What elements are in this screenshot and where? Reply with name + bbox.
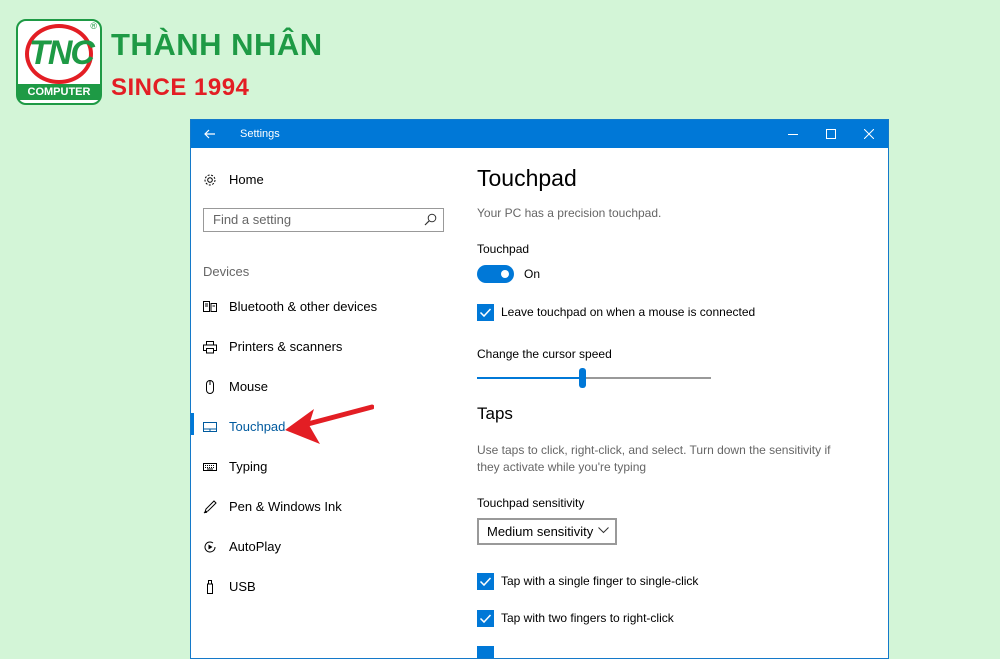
keyboard-icon [203,463,217,471]
search-icon[interactable] [424,213,437,226]
slider-thumb[interactable] [579,368,587,388]
search-box[interactable]: Find a setting [203,208,444,232]
sidebar-item-label: Pen & Windows Ink [229,499,342,514]
sidebar-item-label: Bluetooth & other devices [229,299,378,314]
touchpad-toggle[interactable] [477,265,514,283]
sidebar-item-label: USB [229,579,256,594]
back-button[interactable] [191,120,229,148]
chevron-down-icon [598,527,609,534]
maximize-button[interactable] [812,120,850,148]
sidebar-item-label: AutoPlay [229,539,282,554]
two-finger-label: Tap with two fingers to right-click [501,611,674,625]
single-tap-label: Tap with a single finger to single-click [501,574,699,588]
cursor-speed-slider[interactable] [477,368,711,388]
sensitivity-dropdown[interactable]: Medium sensitivity [477,518,617,545]
slider-fill [477,377,583,379]
mouse-icon [206,380,214,394]
leave-on-label: Leave touchpad on when a mouse is connec… [501,305,756,319]
minimize-button[interactable] [774,120,812,148]
maximize-icon [826,129,836,139]
close-icon [863,128,875,140]
single-tap-checkbox[interactable] [477,573,494,590]
title-bar: Settings [191,120,888,148]
touchpad-icon [203,422,217,432]
autoplay-icon [204,541,216,553]
sensitivity-value: Medium sensitivity [487,524,594,539]
touchpad-label: Touchpad [477,242,530,256]
taps-heading: Taps [477,404,513,423]
section-label-devices: Devices [203,264,250,279]
toggle-knob [501,270,509,278]
two-finger-checkbox[interactable] [477,610,494,627]
selection-indicator [191,413,194,435]
registered-mark: ® [90,21,97,31]
search-input[interactable]: Find a setting [213,209,291,231]
pen-icon [203,500,217,514]
close-button[interactable] [850,120,888,148]
next-option-checkbox[interactable] [477,646,494,658]
leave-on-checkbox[interactable] [477,304,494,321]
printer-icon [203,341,217,354]
taps-description-line1: Use taps to click, right-click, and sele… [477,443,831,457]
arrow-left-icon [204,129,215,139]
page-subtitle: Your PC has a precision touchpad. [477,206,662,220]
sidebar-item-label: Touchpad [229,419,286,434]
sidebar-item-label: Mouse [229,379,269,394]
minimize-icon [788,134,798,135]
window-title: Settings [240,128,280,140]
page-title: Touchpad [477,165,577,191]
gear-icon [204,174,216,186]
bluetooth-devices-icon [203,301,217,312]
toggle-state-label: On [524,267,541,281]
checkmark-icon [479,577,492,587]
brand-since: SINCE 1994 [111,74,250,101]
checkmark-icon [479,614,492,624]
usb-icon [207,580,213,594]
sidebar-item-label: Typing [229,459,268,474]
logo-subtext: COMPUTER [18,84,100,100]
brand-name: THÀNH NHÂN [111,27,323,62]
red-arrow-annotation [285,404,374,444]
sidebar-item-label: Printers & scanners [229,339,343,354]
tnc-logo: TNC ® COMPUTER [16,19,102,105]
checkmark-icon [479,308,492,318]
settings-window: Settings Home Find a setting Devices Blu… [190,119,889,659]
sensitivity-label: Touchpad sensitivity [477,496,585,510]
sidebar-home-label: Home [229,172,264,187]
cursor-speed-label: Change the cursor speed [477,347,612,361]
taps-description-line2: they activate while you're typing [477,460,647,474]
logo-text: TNC [29,34,95,72]
